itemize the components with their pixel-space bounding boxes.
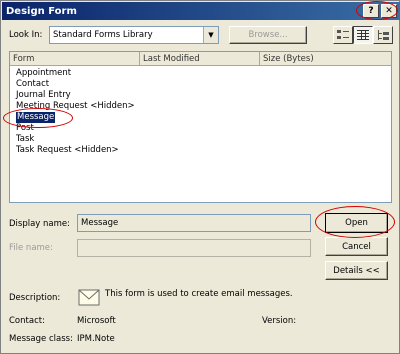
tree-view-button[interactable] — [373, 26, 393, 44]
column-header-form[interactable]: Form — [10, 52, 140, 66]
envelope-icon — [78, 289, 100, 306]
details-view-icon — [357, 30, 369, 40]
description-value: This form is used to create email messag… — [105, 289, 293, 299]
list-item-contact[interactable]: Contact — [16, 79, 49, 90]
look-in-label: Look In: — [9, 30, 43, 40]
message-class-value: IPM.Note — [77, 334, 115, 344]
large-icons-view-button[interactable] — [333, 26, 353, 44]
large-icons-icon — [337, 30, 349, 39]
title-bar[interactable]: Design Form ? ✕ — [2, 2, 400, 20]
file-name-label: File name: — [9, 243, 53, 253]
display-name-field[interactable]: Message — [77, 214, 311, 232]
description-label: Description: — [9, 293, 61, 303]
browse-button[interactable]: Browse... — [229, 26, 307, 44]
tree-view-icon — [378, 30, 389, 40]
look-in-dropdown[interactable]: Standard Forms Library ▼ — [49, 26, 219, 44]
display-name-label: Display name: — [9, 219, 71, 229]
details-view-button[interactable] — [353, 26, 373, 44]
close-icon: ✕ — [385, 6, 393, 16]
list-item-meeting-request[interactable]: Meeting Request <Hidden> — [16, 101, 135, 112]
open-button[interactable]: Open — [325, 213, 388, 233]
column-header-size[interactable]: Size (Bytes) — [260, 52, 391, 66]
column-header-last-modified[interactable]: Last Modified — [140, 52, 260, 66]
design-form-dialog: Design Form ? ✕ Look In: Standard Forms … — [0, 0, 400, 354]
look-in-value: Standard Forms Library — [53, 30, 153, 40]
message-class-label: Message class: — [9, 334, 73, 344]
help-button[interactable]: ? — [363, 4, 379, 18]
file-name-field[interactable] — [77, 239, 311, 257]
version-label: Version: — [262, 316, 297, 326]
cancel-button[interactable]: Cancel — [325, 237, 388, 256]
list-item-journal-entry[interactable]: Journal Entry — [16, 90, 71, 101]
list-item-task-request[interactable]: Task Request <Hidden> — [16, 145, 119, 156]
details-toggle-button[interactable]: Details << — [325, 261, 388, 280]
list-item-appointment[interactable]: Appointment — [16, 68, 71, 79]
contact-label: Contact: — [9, 316, 45, 326]
list-item-post[interactable]: Post — [16, 123, 34, 134]
list-item-task[interactable]: Task — [16, 134, 34, 145]
chevron-down-icon[interactable]: ▼ — [203, 27, 218, 43]
display-name-value: Message — [81, 218, 119, 228]
list-item-message[interactable]: Message — [16, 112, 56, 123]
close-button[interactable]: ✕ — [381, 4, 397, 18]
forms-list[interactable]: Form Last Modified Size (Bytes) Appointm… — [9, 51, 392, 203]
help-icon: ? — [368, 6, 374, 16]
window-title: Design Form — [6, 5, 77, 17]
contact-value: Microsoft — [77, 316, 116, 326]
